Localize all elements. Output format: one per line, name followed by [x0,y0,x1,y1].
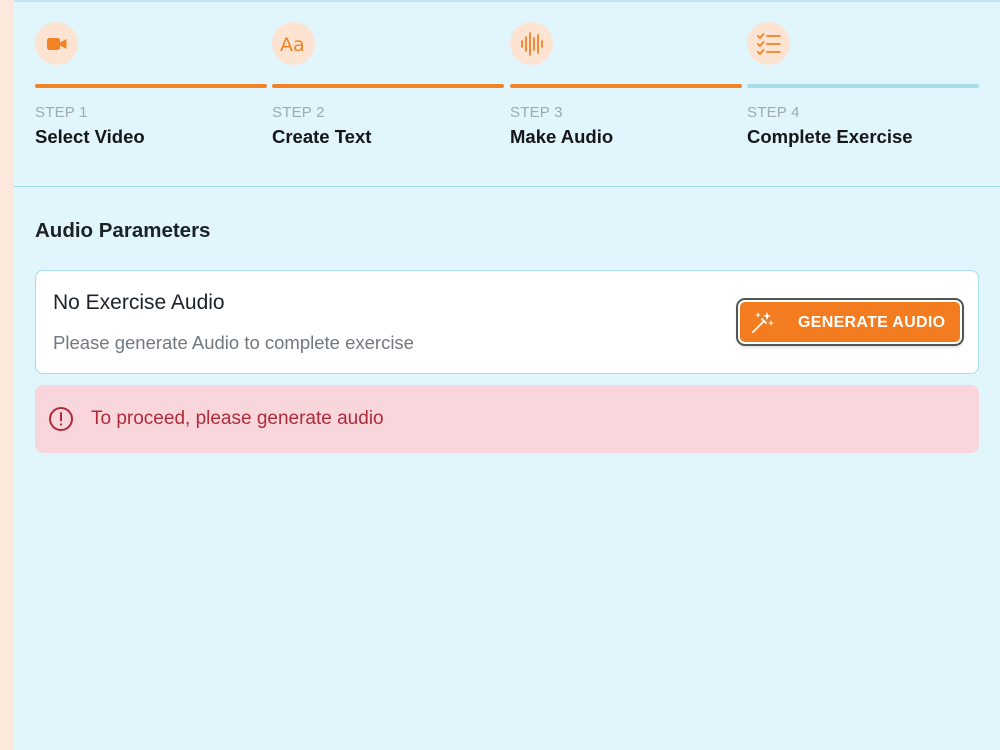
step-progress-bar [35,84,267,88]
progress-stepper: STEP 1 Select Video Aa STEP 2 Create Tex… [35,22,979,162]
top-border [14,0,1000,2]
generate-audio-label: GENERATE AUDIO [798,314,946,331]
generate-audio-button[interactable]: GENERATE AUDIO [738,300,962,344]
audio-status-card: No Exercise Audio Please generate Audio … [35,270,979,374]
step-progress-bar [510,84,742,88]
left-panel-edge [0,0,14,750]
card-title: No Exercise Audio [53,291,225,314]
checklist-icon [747,22,790,65]
text-aa-icon: Aa [272,22,315,65]
step-title: Make Audio [510,126,614,147]
alert-circle-icon [48,406,74,432]
audio-waveform-icon [510,22,553,65]
section-divider [14,186,1000,187]
svg-text:Aa: Aa [280,34,305,55]
step-select-video[interactable]: STEP 1 Select Video [35,22,267,147]
card-subtitle: Please generate Audio to complete exerci… [53,332,414,353]
step-title: Select Video [35,126,145,147]
section-title: Audio Parameters [35,219,211,242]
alert-banner: To proceed, please generate audio [35,385,979,453]
step-number: STEP 1 [35,104,88,121]
step-progress-bar [272,84,504,88]
magic-wand-icon [750,311,774,335]
step-make-audio[interactable]: STEP 3 Make Audio [510,22,742,147]
step-number: STEP 2 [272,104,325,121]
step-title: Complete Exercise [747,126,913,147]
step-progress-bar [747,84,979,88]
step-complete-exercise[interactable]: STEP 4 Complete Exercise [747,22,979,147]
step-number: STEP 4 [747,104,800,121]
step-title: Create Text [272,126,372,147]
alert-message: To proceed, please generate audio [91,408,384,429]
step-create-text[interactable]: Aa STEP 2 Create Text [272,22,504,147]
video-camera-icon [35,22,78,65]
step-number: STEP 3 [510,104,563,121]
